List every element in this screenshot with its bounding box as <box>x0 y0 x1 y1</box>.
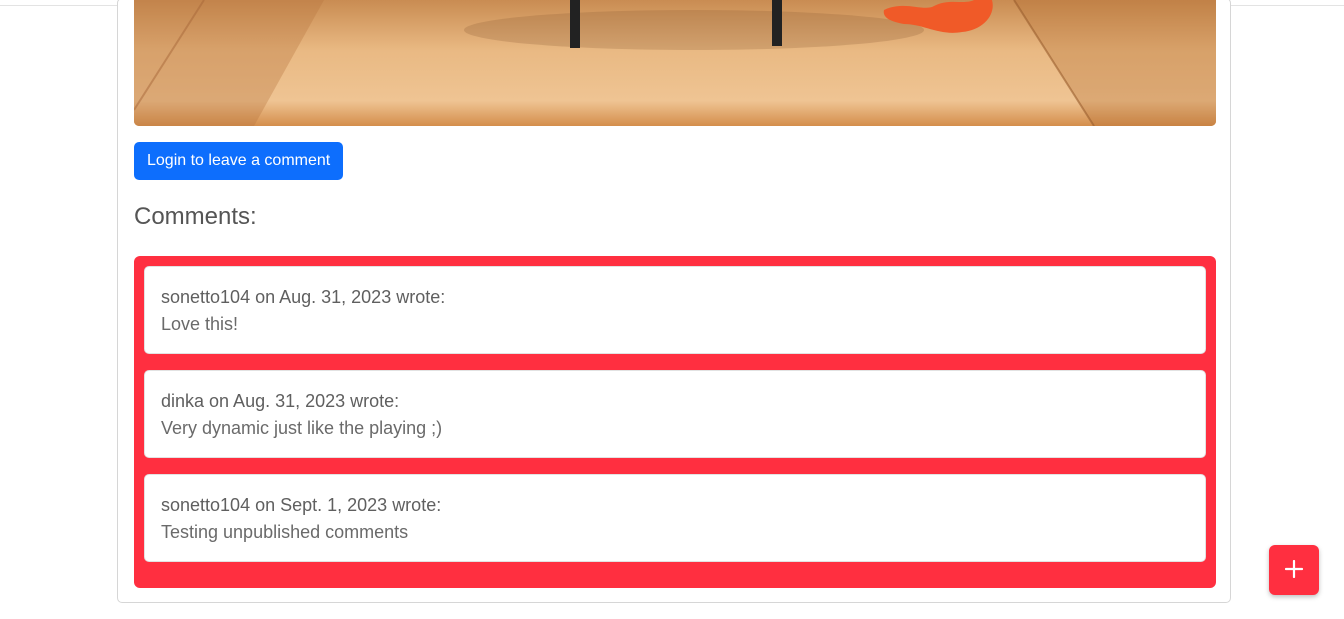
comment-card: dinka on Aug. 31, 2023 wrote: Very dynam… <box>144 370 1206 458</box>
comments-list: sonetto104 on Aug. 31, 2023 wrote: Love … <box>134 256 1216 588</box>
comment-card: sonetto104 on Sept. 1, 2023 wrote: Testi… <box>144 474 1206 562</box>
comment-body: Very dynamic just like the playing ;) <box>161 418 443 438</box>
comment-meta: dinka on Aug. 31, 2023 wrote: <box>161 391 400 411</box>
login-to-comment-button[interactable]: Login to leave a comment <box>134 142 344 180</box>
post-image <box>134 0 1216 126</box>
comment-body: Testing unpublished comments <box>161 522 409 542</box>
comment-meta: sonetto104 on Aug. 31, 2023 wrote: <box>161 287 446 307</box>
comment-card: sonetto104 on Aug. 31, 2023 wrote: Love … <box>144 266 1206 354</box>
plus-icon <box>1284 559 1304 581</box>
comments-heading: Comments: <box>134 203 257 230</box>
comment-body: Love this! <box>161 314 239 334</box>
add-post-button[interactable] <box>1269 545 1319 595</box>
comment-meta: sonetto104 on Sept. 1, 2023 wrote: <box>161 495 442 515</box>
